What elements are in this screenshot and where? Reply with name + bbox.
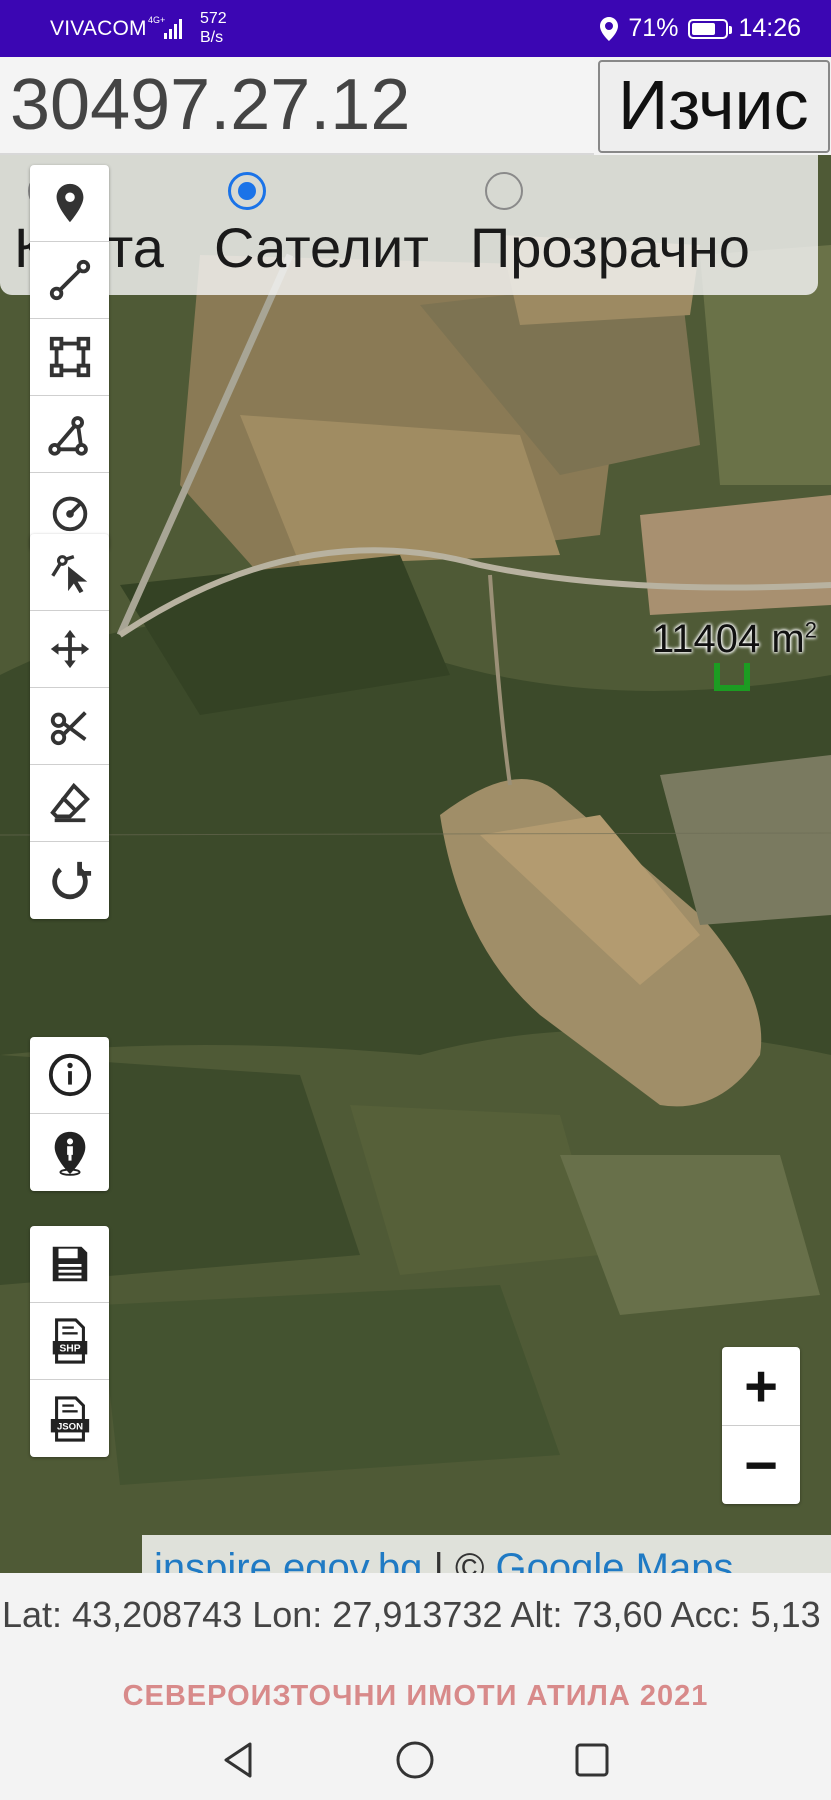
home-button[interactable] — [385, 1730, 445, 1790]
move-icon — [50, 629, 89, 669]
map-attribution: inspire.egov.bg | © Google Maps — [142, 1535, 831, 1573]
zoom-in-button[interactable]: + — [722, 1347, 800, 1426]
layer-selector: Карта Сателит Прозрачно — [0, 155, 818, 295]
shp-export-icon: SHP — [52, 1318, 87, 1364]
line-tool[interactable] — [30, 242, 109, 319]
scissors-icon — [50, 711, 87, 746]
map-view[interactable]: Карта Сателит Прозрачно — [0, 155, 831, 1573]
eraser-tool[interactable] — [30, 765, 109, 842]
info-toolbar — [30, 1037, 109, 1191]
signal-icon: 4G+ — [148, 15, 182, 39]
radio-transparent-label[interactable]: Прозрачно — [470, 215, 750, 280]
info-tool[interactable] — [30, 1037, 109, 1114]
app-footer-title: СЕВЕРОИЗТОЧНИ ИМОТИ АТИЛА 2021 — [122, 1680, 709, 1712]
google-maps-link[interactable]: Google Maps — [496, 1546, 734, 1573]
recents-icon — [575, 1743, 609, 1777]
battery-icon — [688, 18, 733, 39]
export-toolbar: SHP JSON — [30, 1226, 109, 1457]
clock: 14:26 — [738, 14, 801, 42]
save-icon — [52, 1246, 87, 1282]
info-icon — [48, 1053, 91, 1097]
recents-button[interactable] — [562, 1730, 622, 1790]
status-right: 71% 14:26 — [600, 14, 801, 43]
parcel-outline[interactable] — [714, 663, 750, 691]
radio-satellite[interactable] — [228, 172, 266, 210]
marker-icon — [56, 183, 83, 223]
edit-vertex-tool[interactable] — [30, 534, 109, 611]
undo-icon — [51, 861, 91, 899]
my-location-tool[interactable] — [30, 1114, 109, 1191]
system-nav-bar — [0, 1720, 831, 1800]
polygon-tool[interactable] — [30, 319, 109, 396]
home-icon — [396, 1741, 434, 1779]
undo-tool[interactable] — [30, 842, 109, 919]
pointer-edit-icon — [50, 555, 87, 594]
status-bar: VIVACOM 4G+ 572 B/s 71% 14:26 — [0, 0, 831, 57]
zoom-out-button[interactable]: − — [722, 1426, 800, 1504]
line-icon — [49, 259, 90, 301]
angle-tool[interactable] — [30, 396, 109, 473]
parcel-area-label: 11404 m2 — [652, 617, 817, 661]
polygon-icon — [49, 336, 90, 378]
cut-tool[interactable] — [30, 688, 109, 765]
calculate-button[interactable]: Изчис — [598, 60, 830, 153]
radio-transparent[interactable] — [485, 172, 523, 210]
network-speed: 572 B/s — [200, 10, 227, 46]
zoom-controls: + − — [722, 1347, 800, 1504]
save-tool[interactable] — [30, 1226, 109, 1303]
gps-coordinates: Lat: 43,208743 Lon: 27,913732 Alt: 73,60… — [2, 1594, 821, 1635]
satellite-imagery — [0, 155, 831, 1573]
angle-icon — [47, 416, 88, 456]
draw-toolbar — [30, 165, 109, 550]
inspire-link[interactable]: inspire.egov.bg — [154, 1546, 422, 1573]
battery-percent: 71% — [628, 14, 679, 42]
json-export-tool[interactable]: JSON — [30, 1380, 109, 1457]
move-tool[interactable] — [30, 611, 109, 688]
carrier-name: VIVACOM — [50, 17, 147, 40]
back-icon — [224, 1742, 252, 1778]
person-location-icon — [54, 1131, 85, 1176]
shp-label: SHP — [59, 1344, 80, 1355]
shp-export-tool[interactable]: SHP — [30, 1303, 109, 1380]
back-button[interactable] — [208, 1730, 268, 1790]
circle-icon — [52, 496, 87, 531]
radio-satellite-label[interactable]: Сателит — [214, 215, 429, 280]
parcel-id-input[interactable] — [0, 57, 594, 155]
svg-text:4G+: 4G+ — [148, 15, 165, 25]
json-label: JSON — [56, 1421, 82, 1432]
eraser-icon — [49, 782, 90, 823]
json-export-icon: JSON — [50, 1395, 89, 1442]
location-icon — [600, 16, 619, 41]
edit-toolbar — [30, 534, 109, 919]
marker-tool[interactable] — [30, 165, 109, 242]
